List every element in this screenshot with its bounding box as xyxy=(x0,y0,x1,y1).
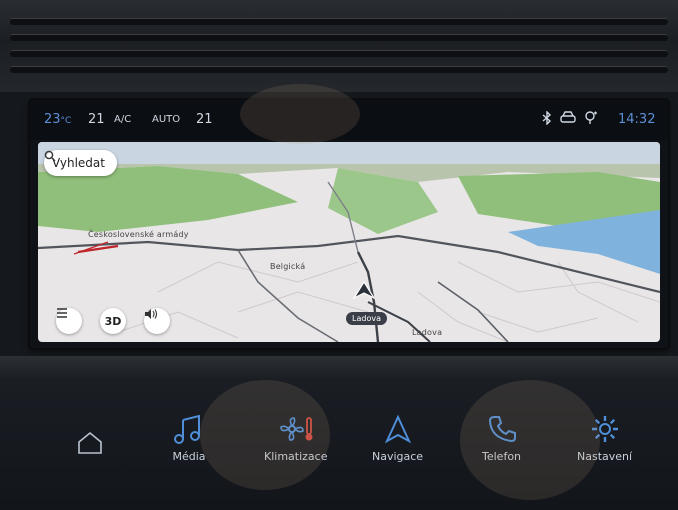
navigation-label: Navigace xyxy=(372,450,424,463)
location-icon xyxy=(584,111,598,129)
search-button[interactable]: Vyhledat xyxy=(44,150,117,176)
auto-toggle[interactable]: AUTO xyxy=(152,114,180,125)
clock: 14:32 xyxy=(618,112,656,127)
search-label: Vyhledat xyxy=(52,156,105,170)
bottom-dock: Média Klimatizace Navigace Telefon Nasta… xyxy=(0,380,678,510)
phone-button[interactable]: Telefon xyxy=(482,414,521,463)
home-button[interactable] xyxy=(76,430,104,456)
car-connect-icon xyxy=(560,111,576,129)
home-icon xyxy=(78,431,102,454)
settings-button[interactable]: Nastavení xyxy=(577,414,632,463)
road-label: Belgická xyxy=(270,262,306,271)
media-label: Média xyxy=(172,450,206,463)
phone-label: Telefon xyxy=(482,450,522,463)
infotainment-screen: 23°C 21 A/C AUTO 21 14:32 Vyhledat Česko… xyxy=(30,100,668,348)
current-street-chip: Ladova xyxy=(346,312,387,325)
fan-thermometer-icon xyxy=(279,417,313,441)
media-button[interactable]: Média xyxy=(172,414,206,463)
climate-label: Klimatizace xyxy=(264,450,328,463)
ac-toggle[interactable]: A/C xyxy=(114,114,131,125)
vent-slot xyxy=(10,50,668,57)
vent-slot xyxy=(10,66,668,73)
phone-icon xyxy=(488,416,516,443)
navigation-button[interactable]: Navigace xyxy=(372,414,423,463)
fan-level[interactable]: 21 xyxy=(88,112,105,127)
sound-button[interactable] xyxy=(144,308,170,334)
view-3d-button[interactable]: 3D xyxy=(100,308,126,334)
passenger-temperature[interactable]: 21 xyxy=(196,112,213,127)
navigation-arrow-icon xyxy=(384,414,411,444)
dashboard-frame xyxy=(0,0,678,92)
driver-temperature[interactable]: 23°C xyxy=(44,112,71,127)
music-icon xyxy=(174,414,200,444)
settings-label: Nastavení xyxy=(577,450,633,463)
vent-slot xyxy=(10,18,668,25)
climate-button[interactable]: Klimatizace xyxy=(264,414,327,463)
vent-slot xyxy=(10,34,668,41)
road-label: Ladova xyxy=(412,328,443,337)
navigation-map[interactable]: Vyhledat Československé armády Belgická … xyxy=(38,142,660,342)
map-menu-button[interactable] xyxy=(56,308,82,334)
bluetooth-icon xyxy=(542,110,552,129)
speaker-icon xyxy=(145,309,158,319)
menu-icon xyxy=(57,308,67,318)
search-icon xyxy=(44,150,56,162)
status-bar: 23°C 21 A/C AUTO 21 14:32 xyxy=(30,100,668,140)
gear-icon xyxy=(591,416,618,442)
road-label: Československé armády xyxy=(88,230,189,239)
screen-bezel xyxy=(0,356,678,380)
